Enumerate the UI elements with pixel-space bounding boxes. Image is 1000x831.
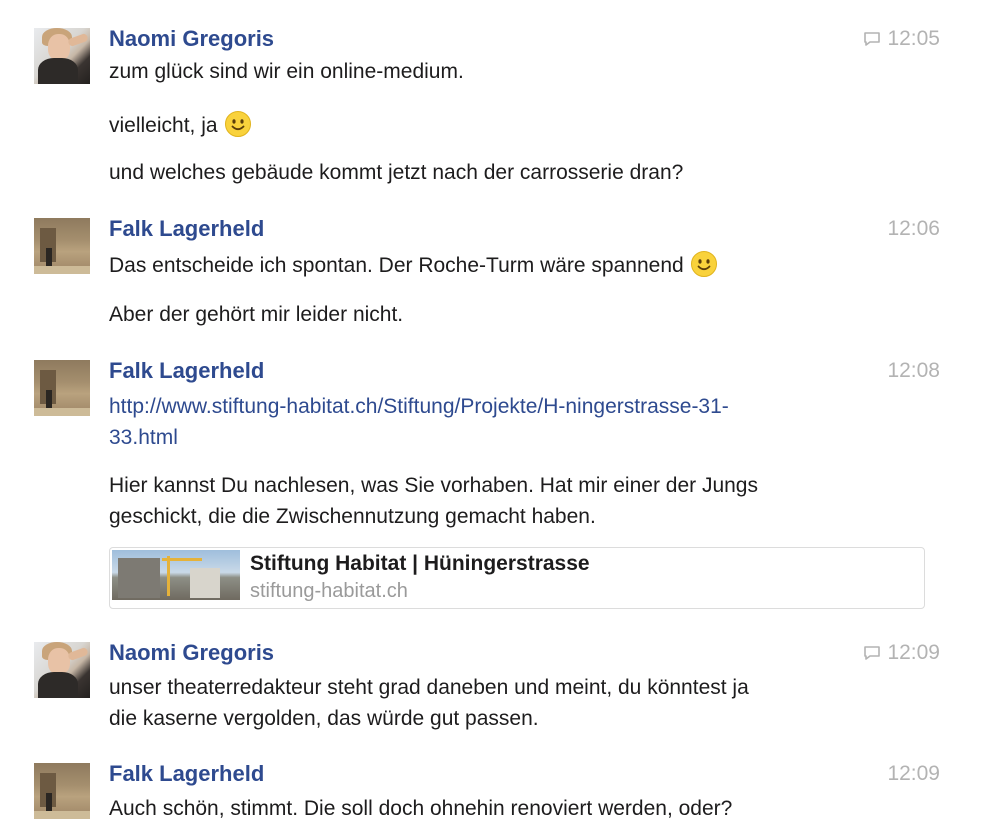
message-text: die kaserne vergolden, das würde gut pas… — [109, 707, 539, 730]
avatar[interactable] — [34, 360, 90, 416]
timestamp: 12:09 — [887, 641, 940, 664]
speech-bubble-icon[interactable] — [863, 31, 881, 47]
timestamp: 12:06 — [887, 217, 940, 240]
message-text: Auch schön, stimmt. Die soll doch ohnehi… — [109, 797, 733, 820]
message-text: vielleicht, ja — [109, 110, 252, 141]
message-time[interactable]: 12:05 — [863, 26, 940, 52]
link-preview-card[interactable]: Stiftung Habitat | Hüningerstrasse stift… — [109, 547, 925, 609]
timestamp: 12:09 — [887, 762, 940, 785]
message-text: und welches gebäude kommt jetzt nach der… — [109, 161, 684, 184]
chat-feed: Naomi Gregoris 12:05 zum glück sind wir … — [0, 0, 1000, 831]
message-text: Das entscheide ich spontan. Der Roche-Tu… — [109, 250, 718, 281]
message-text: Hier kannst Du nachlesen, was Sie vorhab… — [109, 474, 758, 497]
author-name[interactable]: Falk Lagerheld — [109, 761, 264, 787]
message-time[interactable]: 12:09 — [887, 761, 940, 787]
message-link[interactable]: 33.html — [109, 422, 178, 453]
author-name[interactable]: Naomi Gregoris — [109, 26, 274, 52]
message-text: zum glück sind wir ein online-medium. — [109, 60, 464, 83]
author-name[interactable]: Naomi Gregoris — [109, 640, 274, 666]
preview-thumbnail[interactable] — [112, 550, 240, 600]
message-time[interactable]: 12:08 — [887, 358, 940, 384]
message-text: Aber der gehört mir leider nicht. — [109, 303, 404, 326]
avatar[interactable] — [34, 218, 90, 274]
timestamp: 12:08 — [887, 359, 940, 382]
timestamp: 12:05 — [887, 27, 940, 50]
avatar[interactable] — [34, 763, 90, 819]
message-time[interactable]: 12:06 — [887, 216, 940, 242]
message-time[interactable]: 12:09 — [863, 640, 940, 666]
avatar[interactable] — [34, 642, 90, 698]
speech-bubble-icon[interactable] — [863, 645, 881, 661]
message-text: geschickt, die die Zwischennutzung gemac… — [109, 505, 596, 528]
message-link[interactable]: http://www.stiftung-habitat.ch/Stiftung/… — [109, 391, 729, 422]
avatar[interactable] — [34, 28, 90, 84]
smiley-emoji-icon — [690, 251, 717, 277]
smiley-emoji-icon — [224, 111, 251, 137]
author-name[interactable]: Falk Lagerheld — [109, 216, 264, 242]
message-text: unser theaterredakteur steht grad danebe… — [109, 676, 749, 699]
author-name[interactable]: Falk Lagerheld — [109, 358, 264, 384]
preview-title[interactable]: Stiftung Habitat | Hüningerstrasse — [250, 552, 590, 576]
preview-domain: stiftung-habitat.ch — [250, 580, 408, 602]
